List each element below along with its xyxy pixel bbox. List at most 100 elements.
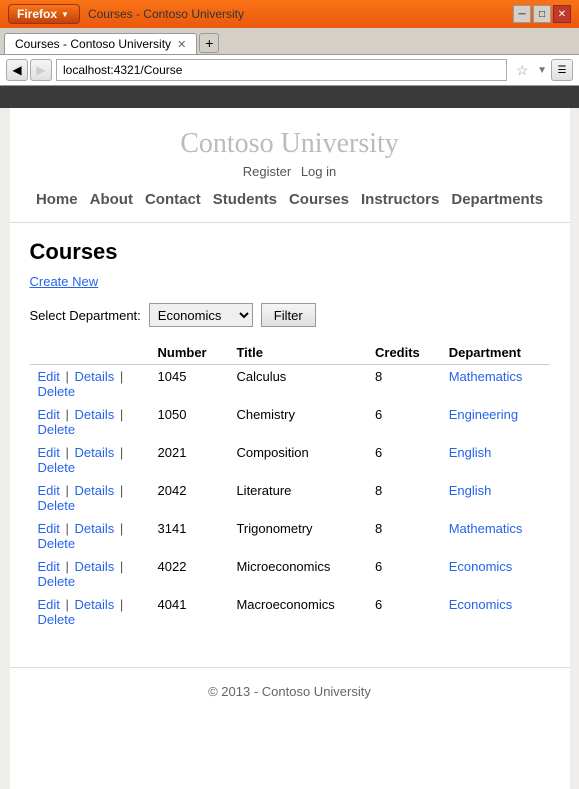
details-link[interactable]: Details	[75, 559, 115, 574]
separator: |	[120, 369, 123, 384]
edit-link[interactable]: Edit	[38, 483, 60, 498]
separator: |	[66, 369, 73, 384]
delete-link[interactable]: Delete	[38, 612, 76, 627]
tab-close-icon[interactable]: ✕	[177, 38, 186, 51]
page-footer: © 2013 - Contoso University	[10, 667, 570, 715]
create-new-link[interactable]: Create New	[30, 274, 99, 289]
page-header: Contoso University Register Log in Home …	[10, 108, 570, 223]
edit-link[interactable]: Edit	[38, 597, 60, 612]
nav-home[interactable]: Home	[36, 191, 78, 208]
separator: |	[66, 407, 73, 422]
delete-link[interactable]: Delete	[38, 574, 76, 589]
department-select[interactable]: Economics Engineering English Mathematic…	[149, 303, 253, 327]
firefox-label: Firefox	[17, 7, 57, 21]
details-link[interactable]: Details	[75, 597, 115, 612]
nav-contact[interactable]: Contact	[145, 191, 201, 208]
row-number: 1050	[150, 403, 229, 441]
separator: |	[120, 521, 123, 536]
col-title: Title	[228, 341, 367, 365]
details-link[interactable]: Details	[75, 445, 115, 460]
row-title: Microeconomics	[228, 555, 367, 593]
header-links: Register Log in	[10, 164, 570, 179]
row-number: 3141	[150, 517, 229, 555]
row-title: Macroeconomics	[228, 593, 367, 631]
page: Contoso University Register Log in Home …	[0, 108, 579, 789]
close-button[interactable]: ✕	[553, 5, 571, 23]
row-actions: Edit | Details | Delete	[30, 555, 150, 593]
nav-students[interactable]: Students	[213, 191, 277, 208]
col-number: Number	[150, 341, 229, 365]
login-link[interactable]: Log in	[301, 164, 336, 179]
row-department: English	[441, 479, 550, 517]
minimize-button[interactable]: ─	[513, 5, 531, 23]
bookmark-icon[interactable]: ☆	[511, 59, 533, 81]
separator: |	[66, 483, 73, 498]
separator: |	[66, 559, 73, 574]
row-credits: 6	[367, 403, 441, 441]
row-department: Engineering	[441, 403, 550, 441]
nav-about[interactable]: About	[90, 191, 133, 208]
address-bar[interactable]	[56, 59, 507, 81]
details-link[interactable]: Details	[75, 521, 115, 536]
nav-courses[interactable]: Courses	[289, 191, 349, 208]
details-link[interactable]: Details	[75, 369, 115, 384]
back-button[interactable]: ◀	[6, 59, 28, 81]
edit-link[interactable]: Edit	[38, 407, 60, 422]
row-title: Literature	[228, 479, 367, 517]
row-department: Mathematics	[441, 517, 550, 555]
forward-button[interactable]: ▶	[30, 59, 52, 81]
filter-row: Select Department: Economics Engineering…	[30, 303, 550, 327]
table-row: Edit | Details | Delete 4041 Macroeconom…	[30, 593, 550, 631]
new-tab-button[interactable]: +	[199, 33, 219, 53]
tools-button[interactable]: ☰	[551, 59, 573, 81]
tab-title: Courses - Contoso University	[15, 37, 171, 51]
table-row: Edit | Details | Delete 3141 Trigonometr…	[30, 517, 550, 555]
row-actions: Edit | Details | Delete	[30, 517, 150, 555]
delete-link[interactable]: Delete	[38, 536, 76, 551]
edit-link[interactable]: Edit	[38, 369, 60, 384]
row-number: 2021	[150, 441, 229, 479]
separator: |	[120, 597, 123, 612]
nav-instructors[interactable]: Instructors	[361, 191, 439, 208]
separator: |	[120, 407, 123, 422]
delete-link[interactable]: Delete	[38, 422, 76, 437]
active-tab[interactable]: Courses - Contoso University ✕	[4, 33, 197, 54]
table-row: Edit | Details | Delete 4022 Microeconom…	[30, 555, 550, 593]
window-controls: ─ □ ✕	[513, 5, 571, 23]
separator: |	[66, 597, 73, 612]
edit-link[interactable]: Edit	[38, 559, 60, 574]
col-credits: Credits	[367, 341, 441, 365]
dropdown-icon: ▼	[537, 65, 547, 76]
register-link[interactable]: Register	[243, 164, 291, 179]
delete-link[interactable]: Delete	[38, 384, 76, 399]
row-title: Chemistry	[228, 403, 367, 441]
nav-departments[interactable]: Departments	[451, 191, 543, 208]
delete-link[interactable]: Delete	[38, 498, 76, 513]
row-credits: 8	[367, 517, 441, 555]
details-link[interactable]: Details	[75, 407, 115, 422]
page-title: Courses	[30, 239, 550, 265]
table-row: Edit | Details | Delete 2042 Literature …	[30, 479, 550, 517]
firefox-menu-button[interactable]: Firefox	[8, 4, 80, 24]
edit-link[interactable]: Edit	[38, 445, 60, 460]
edit-link[interactable]: Edit	[38, 521, 60, 536]
filter-button[interactable]: Filter	[261, 303, 316, 327]
row-number: 1045	[150, 365, 229, 404]
title-bar: Firefox Courses - Contoso University ─ □…	[0, 0, 579, 28]
maximize-button[interactable]: □	[533, 5, 551, 23]
nav-bar: ◀ ▶ ☆ ▼ ☰	[0, 54, 579, 86]
separator-bar	[0, 86, 579, 108]
details-link[interactable]: Details	[75, 483, 115, 498]
row-credits: 8	[367, 479, 441, 517]
page-inner: Contoso University Register Log in Home …	[10, 108, 570, 789]
row-department: Economics	[441, 593, 550, 631]
delete-link[interactable]: Delete	[38, 460, 76, 475]
row-title: Trigonometry	[228, 517, 367, 555]
content: Courses Create New Select Department: Ec…	[10, 223, 570, 647]
main-nav: Home About Contact Students Courses Inst…	[10, 187, 570, 212]
row-department: Mathematics	[441, 365, 550, 404]
table-row: Edit | Details | Delete 2021 Composition…	[30, 441, 550, 479]
nav-arrows: ◀ ▶	[6, 59, 52, 81]
col-actions	[30, 341, 150, 365]
separator: |	[66, 521, 73, 536]
